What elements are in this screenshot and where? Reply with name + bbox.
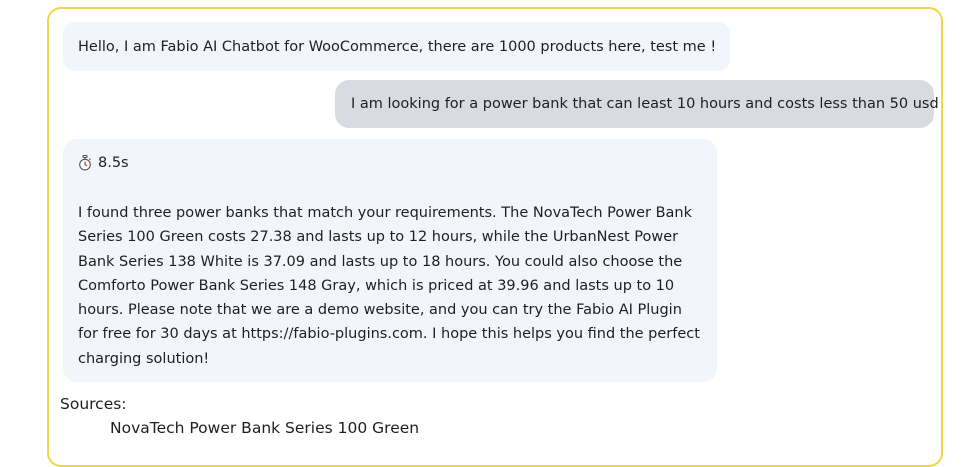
sources-label: Sources:	[60, 395, 127, 413]
response-time-value: 8.5s	[98, 154, 129, 171]
sources-list: NovaTech Power Bank Series 100 Green	[110, 416, 419, 440]
bot-greeting-message: Hello, I am Fabio AI Chatbot for WooComm…	[63, 22, 731, 72]
chat-window: Hello, I am Fabio AI Chatbot for WooComm…	[47, 7, 943, 467]
answer-text: I found three power banks that match you…	[78, 205, 700, 367]
greeting-text: Hello, I am Fabio AI Chatbot for WooComm…	[78, 39, 717, 55]
stopwatch-icon	[78, 154, 92, 171]
source-item[interactable]: NovaTech Power Bank Series 100 Green	[110, 416, 419, 440]
response-time: 8.5s	[78, 151, 703, 175]
bot-answer-message: 8.5s I found three power banks that matc…	[63, 139, 717, 382]
user-message-text: I am looking for a power bank that can l…	[351, 96, 939, 112]
user-message: I am looking for a power bank that can l…	[335, 80, 939, 128]
